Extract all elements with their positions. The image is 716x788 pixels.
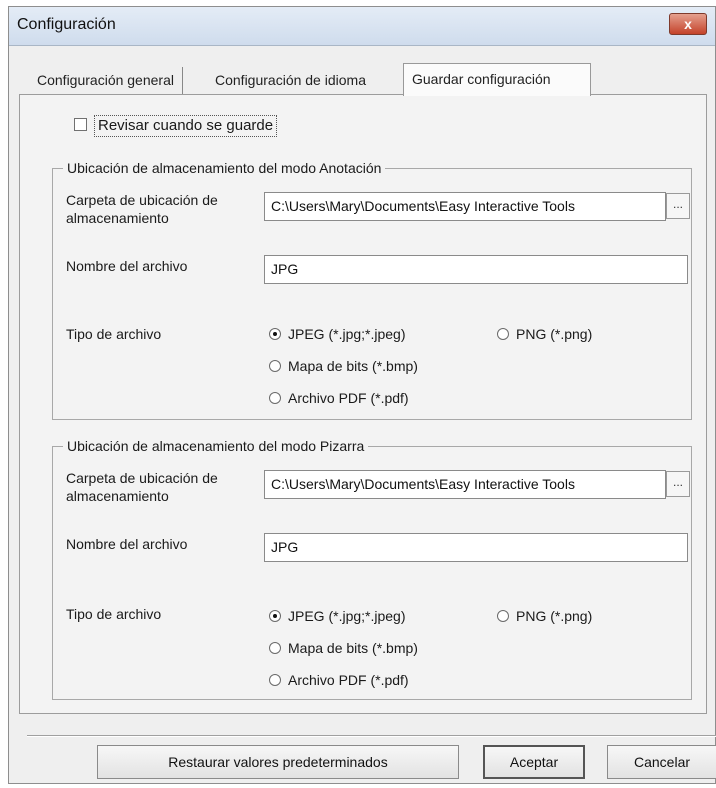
whiteboard-folder-input[interactable]: C:\Users\Mary\Documents\Easy Interactive… xyxy=(264,470,666,499)
whiteboard-label-jpeg[interactable]: JPEG (*.jpg;*.jpeg) xyxy=(288,607,406,625)
whiteboard-storage-group: Ubicación de almacenamiento del modo Piz… xyxy=(52,437,692,700)
annotation-label-png[interactable]: PNG (*.png) xyxy=(516,325,592,343)
annotation-radio-pdf[interactable] xyxy=(269,392,281,404)
whiteboard-radio-png[interactable] xyxy=(497,610,509,622)
whiteboard-radio-pdf[interactable] xyxy=(269,674,281,686)
annotation-radio-png[interactable] xyxy=(497,328,509,340)
whiteboard-group-legend: Ubicación de almacenamiento del modo Piz… xyxy=(63,437,369,455)
whiteboard-label-bmp[interactable]: Mapa de bits (*.bmp) xyxy=(288,639,418,657)
annotation-storage-group: Ubicación de almacenamiento del modo Ano… xyxy=(52,159,692,420)
accept-button[interactable]: Aceptar xyxy=(483,745,585,779)
annotation-radio-bmp[interactable] xyxy=(269,360,281,372)
annotation-folder-input[interactable]: C:\Users\Mary\Documents\Easy Interactive… xyxy=(264,192,666,221)
annotation-filename-input[interactable]: JPG xyxy=(264,255,688,284)
tab-language-settings[interactable]: Configuración de idioma xyxy=(207,67,374,95)
whiteboard-label-png[interactable]: PNG (*.png) xyxy=(516,607,592,625)
annotation-filename-label: Nombre del archivo xyxy=(66,258,188,274)
whiteboard-folder-label: Carpeta de ubicación de almacenamiento xyxy=(66,470,218,504)
tab-save-settings[interactable]: Guardar configuración xyxy=(403,63,591,96)
whiteboard-radio-bmp[interactable] xyxy=(269,642,281,654)
annotation-radio-jpeg[interactable] xyxy=(269,328,281,340)
close-button[interactable]: x xyxy=(669,13,707,35)
annotation-filetype-label: Tipo de archivo xyxy=(66,326,162,342)
whiteboard-radio-jpeg[interactable] xyxy=(269,610,281,622)
title-bar: Configuración x xyxy=(9,7,715,46)
whiteboard-filetype-label: Tipo de archivo xyxy=(66,606,162,622)
annotation-label-pdf[interactable]: Archivo PDF (*.pdf) xyxy=(288,389,409,407)
restore-defaults-button[interactable]: Restaurar valores predeterminados xyxy=(97,745,459,779)
annotation-group-legend: Ubicación de almacenamiento del modo Ano… xyxy=(63,159,386,177)
annotation-folder-label: Carpeta de ubicación de almacenamiento xyxy=(66,192,218,226)
annotation-browse-button[interactable]: ... xyxy=(666,193,690,219)
review-on-save-label[interactable]: Revisar cuando se guarde xyxy=(94,115,278,137)
button-bar-divider xyxy=(27,735,716,737)
cancel-button[interactable]: Cancelar xyxy=(607,745,716,779)
settings-dialog: Configuración x Configuración general Co… xyxy=(8,6,716,784)
review-on-save-checkbox[interactable] xyxy=(74,118,87,131)
save-settings-panel: Revisar cuando se guarde Ubicación de al… xyxy=(19,94,707,714)
annotation-label-bmp[interactable]: Mapa de bits (*.bmp) xyxy=(288,357,418,375)
annotation-label-jpeg[interactable]: JPEG (*.jpg;*.jpeg) xyxy=(288,325,406,343)
whiteboard-label-pdf[interactable]: Archivo PDF (*.pdf) xyxy=(288,671,409,689)
whiteboard-filename-input[interactable]: JPG xyxy=(264,533,688,562)
tab-general-settings[interactable]: Configuración general xyxy=(29,67,183,95)
whiteboard-browse-button[interactable]: ... xyxy=(666,471,690,497)
window-title: Configuración xyxy=(17,16,116,33)
whiteboard-filename-label: Nombre del archivo xyxy=(66,536,188,552)
tab-strip: Configuración general Configuración de i… xyxy=(9,63,715,96)
